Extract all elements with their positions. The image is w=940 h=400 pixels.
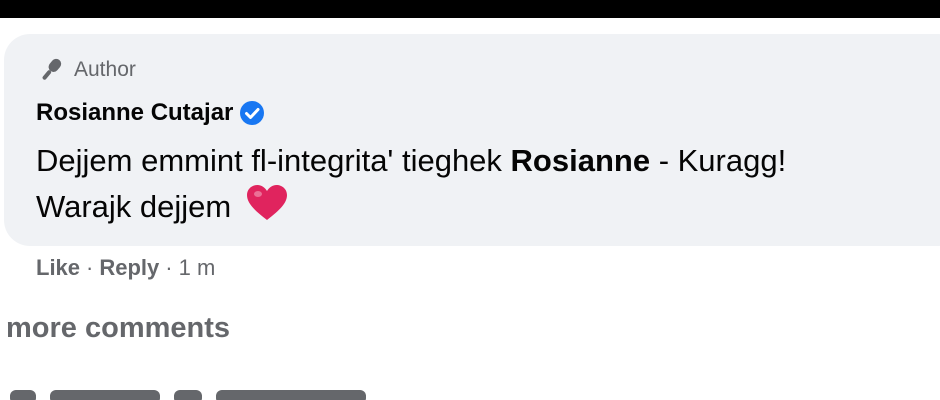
author-badge-label: Author (74, 58, 136, 81)
more-comments-link[interactable]: more comments (6, 312, 230, 345)
comment-actions: Like · Reply · 1 m (36, 252, 215, 284)
like-button[interactable]: Like (36, 255, 80, 281)
top-black-bar (0, 0, 940, 18)
microphone-icon (42, 58, 62, 80)
comment-text: Dejjem emmint fl-integrita' tieghek Rosi… (36, 138, 926, 230)
separator-dot: · (86, 255, 94, 280)
comment-text-part1: Dejjem emmint fl-integrita' tieghek (36, 143, 511, 178)
comment-text-mention: Rosianne (510, 143, 651, 178)
author-name[interactable]: Rosianne Cutajar (36, 99, 233, 127)
comment-timestamp[interactable]: 1 m (179, 255, 216, 281)
reply-button[interactable]: Reply (99, 255, 159, 281)
author-badge: Author (36, 56, 136, 84)
separator-dot: · (165, 255, 173, 280)
cut-off-next-line (10, 390, 450, 400)
red-heart-icon (246, 185, 287, 220)
comment-author[interactable]: Rosianne Cutajar (36, 96, 265, 130)
comment-text-line2: Warajk dejjem (36, 189, 232, 224)
comment-text-part2: - Kuragg! (650, 143, 787, 178)
verified-badge-icon (240, 101, 265, 125)
